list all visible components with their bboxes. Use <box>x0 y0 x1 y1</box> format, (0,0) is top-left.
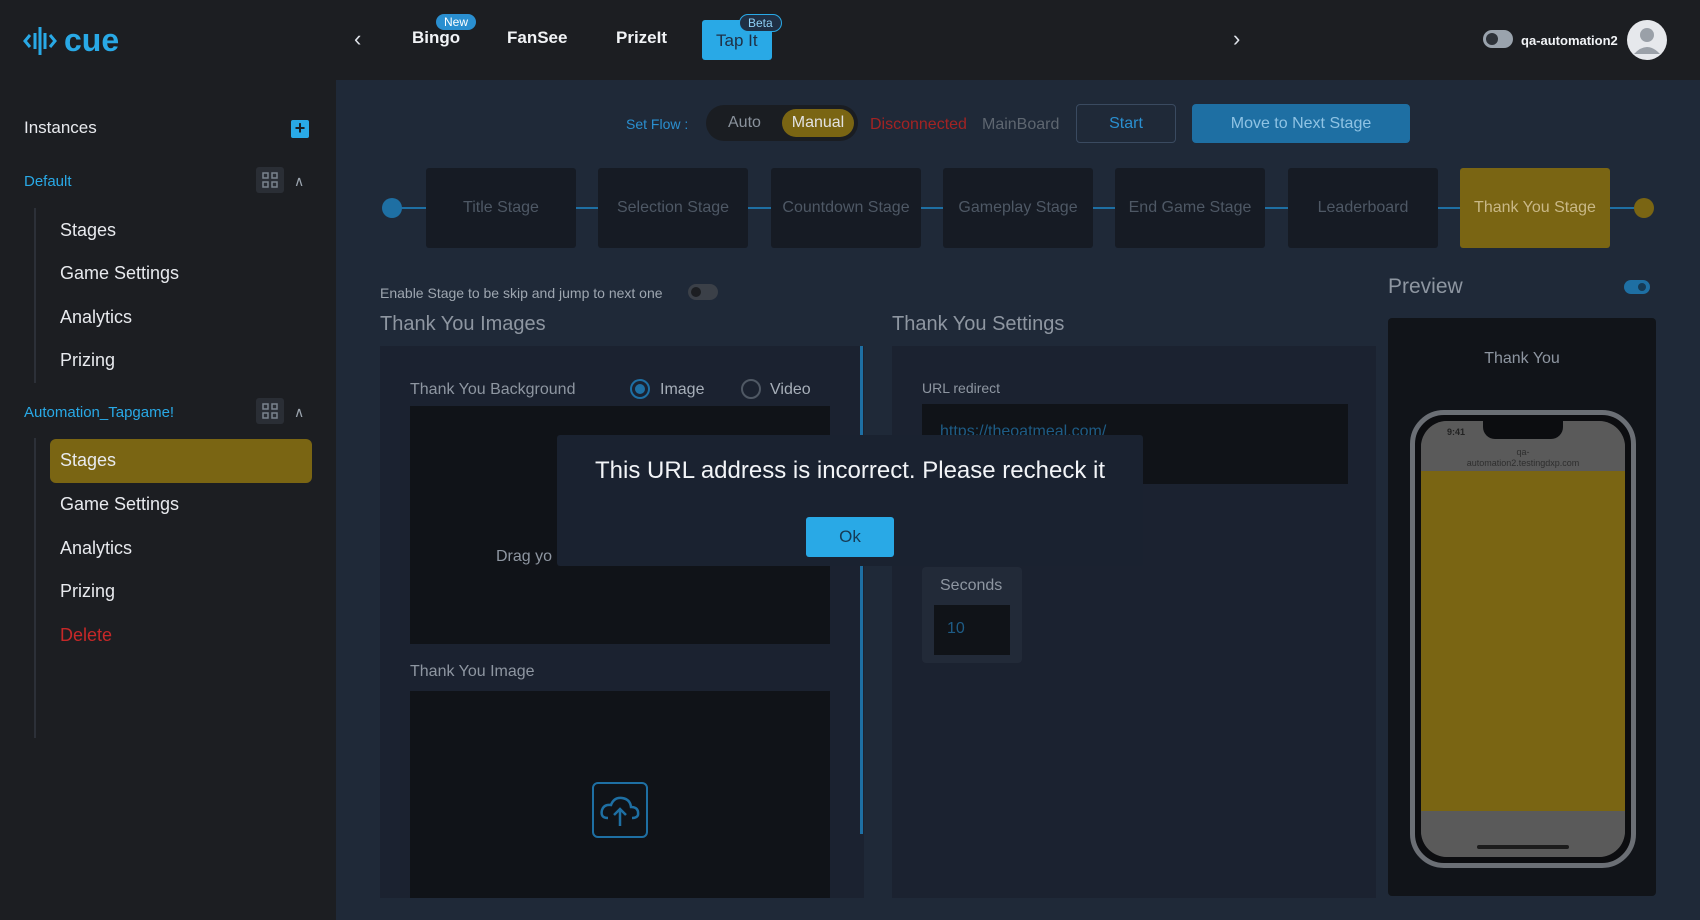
radio-video-label: Video <box>770 381 811 398</box>
chevron-up-icon[interactable]: ∧ <box>294 173 304 190</box>
scroll-divider[interactable] <box>860 346 863 834</box>
thank-you-image-label: Thank You Image <box>410 663 535 680</box>
stage-title[interactable]: Title Stage <box>426 168 576 248</box>
phone-url-line2: automation2.testingdxp.com <box>1466 458 1580 468</box>
stage-gameplay[interactable]: Gameplay Stage <box>943 168 1093 248</box>
cloud-upload-icon <box>600 796 640 826</box>
phone-url-bar: qa- automation2.testingdxp.com <box>1421 445 1625 471</box>
preview-caption: Thank You <box>1484 350 1560 367</box>
cue-logo-icon <box>23 26 57 55</box>
tab-fansee[interactable]: FanSee <box>507 28 567 48</box>
sidebar-item-game-settings[interactable]: Game Settings <box>60 494 179 515</box>
instance-automation-tapgame[interactable]: Automation_Tapgame! <box>24 404 174 421</box>
top-bar: cue ‹ New Bingo FanSee PrizeIt Tap It Be… <box>0 0 1700 80</box>
seconds-input[interactable]: 10 <box>934 605 1010 655</box>
seconds-group: Seconds 10 <box>922 567 1022 663</box>
sidebar-item-analytics[interactable]: Analytics <box>60 307 132 328</box>
connection-status: Disconnected <box>870 116 967 133</box>
stage-thank-you[interactable]: Thank You Stage <box>1460 168 1610 248</box>
logo[interactable]: cue <box>22 22 119 59</box>
qr-code-icon <box>262 403 278 419</box>
instance-default[interactable]: Default <box>24 173 72 190</box>
qr-code-icon <box>262 172 278 188</box>
sidebar-item-stages[interactable]: Stages <box>60 220 116 241</box>
flow-switch[interactable]: Auto Manual <box>706 105 858 141</box>
radio-image-label: Image <box>660 381 705 398</box>
board-name: MainBoard <box>982 116 1060 133</box>
phone-time: 9:41 <box>1447 427 1466 437</box>
logo-text: cue <box>64 22 120 58</box>
phone-content <box>1421 471 1625 811</box>
chevron-left-icon[interactable]: ‹ <box>354 26 361 52</box>
qr-code-button[interactable] <box>256 167 284 193</box>
seconds-label: Seconds <box>940 577 1003 594</box>
settings-section-title: Thank You Settings <box>892 313 1065 335</box>
ok-button[interactable]: Ok <box>806 517 894 557</box>
tree-line <box>34 208 36 383</box>
phone-status-bar: 9:41 <box>1421 421 1625 445</box>
background-label: Thank You Background <box>410 381 576 398</box>
avatar[interactable] <box>1627 20 1667 60</box>
set-flow-label: Set Flow : <box>626 116 689 132</box>
phone-screen: 9:41 qa- automation2.testingdxp.com <box>1421 421 1625 857</box>
seconds-value: 10 <box>947 620 965 637</box>
sidebar-item-delete[interactable]: Delete <box>60 625 112 646</box>
error-message: This URL address is incorrect. Please re… <box>595 457 1105 484</box>
theme-toggle[interactable] <box>1483 30 1513 48</box>
stage-leaderboard[interactable]: Leaderboard <box>1288 168 1438 248</box>
start-button[interactable]: Start <box>1076 104 1176 143</box>
error-dialog: This URL address is incorrect. Please re… <box>557 435 1143 566</box>
add-instance-button[interactable]: + <box>291 119 309 138</box>
sidebar-item-prizing[interactable]: Prizing <box>60 350 115 371</box>
sidebar-item-label: Stages <box>60 450 117 470</box>
url-redirect-label: URL redirect <box>922 380 1001 396</box>
qr-code-button[interactable] <box>256 398 284 424</box>
preview-toggle[interactable] <box>1624 280 1650 294</box>
sidebar-item-stages-active[interactable]: Stages <box>50 439 312 483</box>
dropzone-text: Drag yo <box>496 548 553 565</box>
preview-title: Preview <box>1388 275 1463 298</box>
sidebar-item-analytics[interactable]: Analytics <box>60 538 132 559</box>
images-section-title: Thank You Images <box>380 313 546 335</box>
pipeline-start-dot <box>382 198 402 218</box>
tab-tapit-label: Tap It <box>716 31 758 50</box>
phone-mockup: 9:41 qa- automation2.testingdxp.com <box>1410 410 1636 868</box>
sidebar: Instances + Default ∧ Stages Game Settin… <box>0 80 336 920</box>
tree-line <box>34 438 36 738</box>
phone-notch <box>1483 421 1563 439</box>
stage-selection[interactable]: Selection Stage <box>598 168 748 248</box>
sidebar-item-game-settings[interactable]: Game Settings <box>60 263 179 284</box>
chevron-right-icon[interactable]: › <box>1233 26 1240 52</box>
username: qa-automation2 <box>1521 33 1618 48</box>
stage-end-game[interactable]: End Game Stage <box>1115 168 1265 248</box>
chevron-up-icon[interactable]: ∧ <box>294 404 304 421</box>
preview-panel: Thank You 9:41 qa- automation2.testingdx… <box>1388 318 1656 896</box>
sidebar-item-prizing[interactable]: Prizing <box>60 581 115 602</box>
flow-auto-option[interactable]: Auto <box>728 114 761 132</box>
skip-stage-label: Enable Stage to be skip and jump to next… <box>380 285 663 301</box>
pipeline-end-dot <box>1634 198 1654 218</box>
phone-url-line1: qa- <box>1516 447 1530 457</box>
radio-video[interactable] <box>741 379 761 399</box>
tab-badge-beta: Beta <box>739 14 782 32</box>
phone-home-indicator <box>1477 845 1569 849</box>
user-icon <box>1634 28 1660 54</box>
next-stage-button[interactable]: Move to Next Stage <box>1192 104 1410 143</box>
flow-manual-option[interactable]: Manual <box>782 109 854 137</box>
tab-bingo[interactable]: Bingo <box>412 28 460 48</box>
stage-countdown[interactable]: Countdown Stage <box>771 168 921 248</box>
phone-toolbar <box>1421 811 1625 857</box>
sidebar-title: Instances <box>24 118 97 137</box>
tab-prizeit[interactable]: PrizeIt <box>616 28 667 48</box>
radio-image[interactable] <box>630 379 650 399</box>
skip-stage-toggle[interactable] <box>688 284 718 300</box>
upload-button[interactable] <box>592 782 648 838</box>
